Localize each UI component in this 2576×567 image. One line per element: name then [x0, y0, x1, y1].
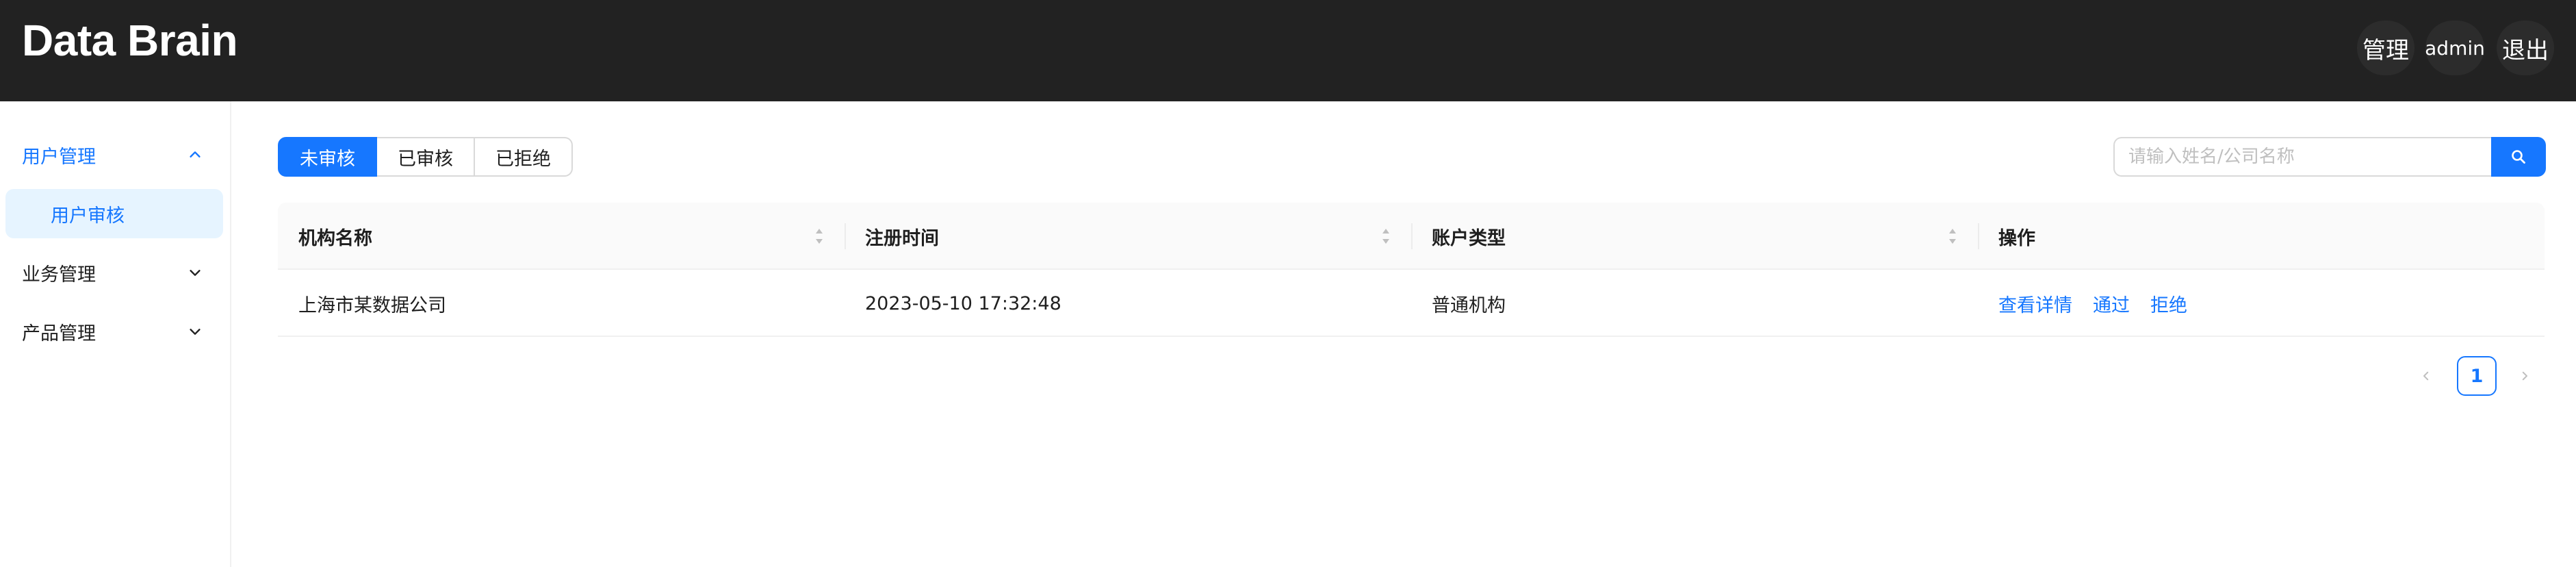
chevron-right-icon — [2522, 371, 2527, 381]
chevron-down-icon — [190, 329, 201, 335]
search-input[interactable] — [2113, 137, 2491, 177]
app-logo[interactable]: Data Brain — [22, 15, 238, 66]
cell-org-name: 上海市某数据公司 — [298, 294, 446, 316]
column-header-account-type[interactable]: 账户类型 — [1411, 203, 1978, 270]
manage-button[interactable]: 管理 — [2357, 21, 2414, 75]
search-icon — [2512, 150, 2525, 164]
table-row: 上海市某数据公司 2023-05-10 17:32:48 普通机构 查看详情 通… — [278, 270, 2545, 337]
sort-icon[interactable] — [814, 227, 824, 245]
user-button[interactable]: admin — [2425, 21, 2485, 75]
tab-rejected[interactable]: 已拒绝 — [475, 137, 573, 177]
chevron-down-icon — [190, 270, 201, 276]
pagination: 1 — [0, 356, 2576, 396]
sidebar-item-label: 用户管理 — [22, 146, 96, 168]
view-details-link[interactable]: 查看详情 — [1998, 290, 2072, 317]
sidebar-item-user-management[interactable]: 用户管理 — [5, 130, 223, 179]
column-header-register-time[interactable]: 注册时间 — [845, 203, 1411, 270]
tab-pending[interactable]: 未审核 — [278, 137, 377, 177]
column-header-org-name[interactable]: 机构名称 — [278, 203, 845, 270]
sidebar-item-business-management[interactable]: 业务管理 — [5, 248, 223, 297]
search-button[interactable] — [2491, 137, 2546, 177]
sort-icon[interactable] — [1381, 227, 1391, 245]
sort-icon[interactable] — [1948, 227, 1957, 245]
approve-link[interactable]: 通过 — [2093, 290, 2130, 317]
next-page-button[interactable] — [2505, 356, 2545, 396]
sidebar-item-product-management[interactable]: 产品管理 — [5, 307, 223, 356]
search-bar — [2113, 137, 2546, 177]
page-number-current[interactable]: 1 — [2457, 356, 2497, 396]
column-header-actions: 操作 — [1998, 227, 2035, 249]
prev-page-button[interactable] — [2406, 356, 2446, 396]
sidebar-item-label: 业务管理 — [22, 264, 96, 286]
review-table: 机构名称 注册时间 账户类型 操作 上海市某数据公司 2023-05-10 17… — [278, 203, 2545, 337]
chevron-left-icon — [2423, 371, 2429, 381]
reject-link[interactable]: 拒绝 — [2150, 290, 2187, 317]
logout-button[interactable]: 退出 — [2497, 21, 2554, 75]
cell-account-type: 普通机构 — [1432, 294, 1506, 316]
top-header: Data Brain 管理 admin 退出 — [0, 0, 2576, 101]
sidebar-item-label: 产品管理 — [22, 323, 96, 344]
cell-register-time: 2023-05-10 17:32:48 — [865, 292, 1061, 314]
table-header: 机构名称 注册时间 账户类型 操作 — [278, 203, 2545, 270]
sidebar: 用户管理 用户审核 业务管理 产品管理 — [0, 101, 231, 567]
tab-approved[interactable]: 已审核 — [377, 137, 475, 177]
sidebar-item-label: 用户审核 — [51, 205, 125, 227]
status-tabs: 未审核 已审核 已拒绝 — [278, 137, 573, 177]
sidebar-item-user-review[interactable]: 用户审核 — [5, 189, 223, 238]
chevron-up-icon — [190, 151, 201, 158]
cell-actions: 查看详情 通过 拒绝 — [1978, 270, 2208, 337]
